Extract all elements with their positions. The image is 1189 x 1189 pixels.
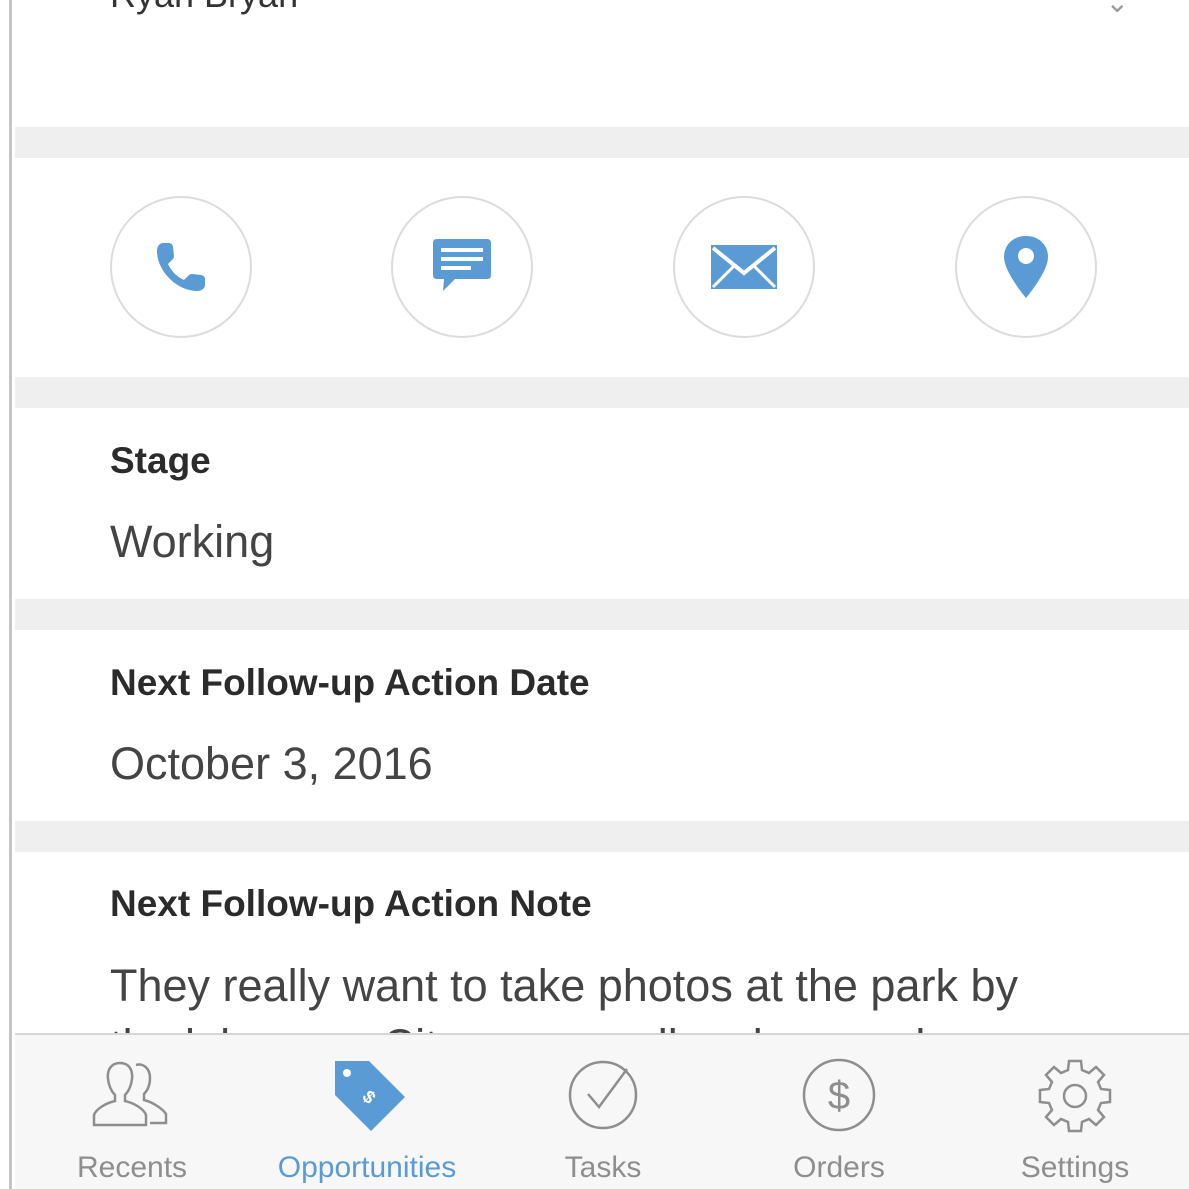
price-tag-icon: $ [335,1061,405,1131]
tab-recents[interactable]: Recents [32,1035,232,1189]
phone-icon [157,243,205,291]
section-separator [15,821,1189,852]
section-separator [15,127,1189,158]
svg-text:$: $ [828,1074,850,1118]
section-separator [15,377,1189,408]
tab-label: Recents [76,1151,188,1184]
stage-value: Working [110,516,275,567]
tab-label: Orders [793,1151,885,1184]
stage-label: Stage [110,440,211,481]
chevron-down-icon[interactable]: ⌄ [1106,0,1129,19]
next-date-value: October 3, 2016 [110,738,433,789]
next-note-label: Next Follow-up Action Note [110,883,592,924]
tab-orders[interactable]: $ Orders [739,1035,939,1189]
message-button[interactable] [391,196,533,338]
next-date-label: Next Follow-up Action Date [110,662,590,703]
location-button[interactable] [955,196,1097,338]
email-button[interactable] [673,196,815,338]
contact-name: Ryan Bryan [110,0,298,16]
tab-opportunities[interactable]: $ Opportunities [267,1035,467,1189]
tab-label: Opportunities [277,1151,457,1184]
quick-actions [15,158,1189,377]
tab-bar: Recents $ Opportunities Tasks $ Orders S… [15,1033,1189,1189]
next-note-field: Next Follow-up Action Note They really w… [15,852,1189,1034]
next-note-value-line: the lake near City on a small rock a goo… [110,1020,925,1034]
check-circle-icon [568,1060,638,1130]
message-icon [433,239,491,291]
people-icon [92,1061,168,1127]
tab-settings[interactable]: Settings [975,1035,1175,1189]
tab-label: Settings [1020,1151,1130,1184]
tab-tasks[interactable]: Tasks [503,1035,703,1189]
stage-field: Stage Working [15,408,1189,599]
dollar-circle-icon: $ [802,1058,876,1132]
gear-icon [1038,1059,1112,1133]
tab-label: Tasks [564,1151,642,1184]
next-note-value-line: They really want to take photos at the p… [110,960,1018,1011]
section-separator [15,599,1189,630]
left-edge-divider [0,0,12,1189]
next-date-field: Next Follow-up Action Date October 3, 20… [15,630,1189,821]
map-pin-icon [1004,236,1048,298]
envelope-icon [711,245,777,289]
call-button[interactable] [110,196,252,338]
contact-header: Ryan Bryan ⌄ [15,0,1189,127]
